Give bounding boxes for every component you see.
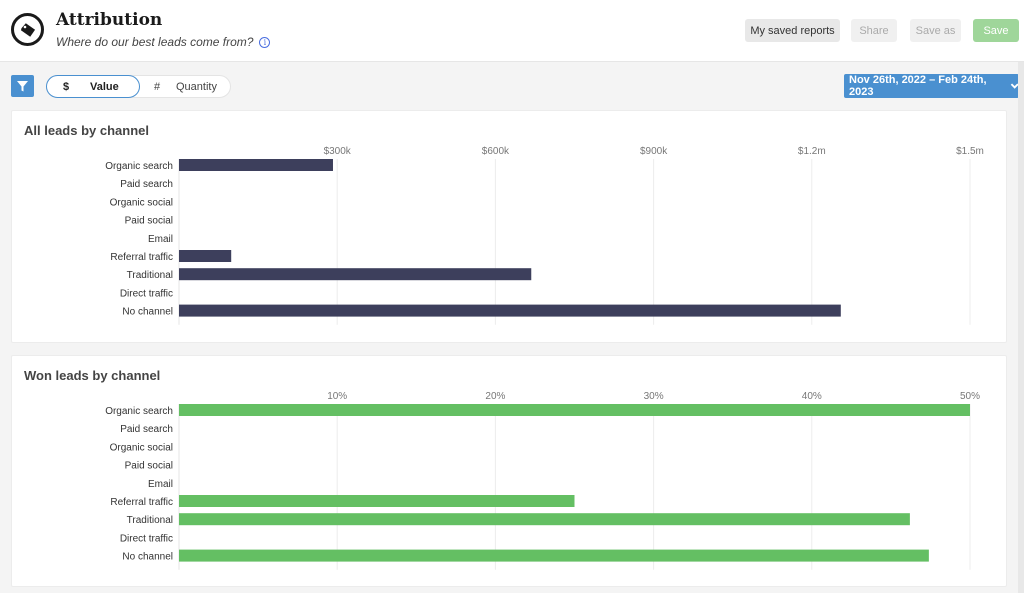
page-header: Attribution Where do our best leads come… (0, 0, 1024, 62)
category-label: Paid search (120, 424, 173, 435)
category-label: Direct traffic (120, 533, 173, 544)
bar-traditional[interactable] (179, 513, 910, 526)
tick-label: 50% (960, 391, 980, 402)
bar-referral-traffic[interactable] (179, 495, 575, 507)
category-label: No channel (122, 307, 173, 318)
tick-label: 10% (327, 391, 347, 402)
category-label: Paid social (125, 216, 173, 227)
share-button[interactable]: Share (851, 19, 897, 42)
category-label: Direct traffic (120, 288, 173, 299)
category-label: Referral traffic (110, 497, 173, 508)
tick-label: 40% (802, 391, 822, 402)
funnel-icon (17, 80, 28, 91)
bar-traditional[interactable] (179, 268, 532, 281)
date-range-picker[interactable]: Nov 26th, 2022 – Feb 24th, 2023 (844, 74, 1019, 98)
value-quantity-toggle: $ Value # Quantity (46, 75, 231, 98)
bar-organic-search[interactable] (179, 404, 970, 416)
toggle-quantity-option[interactable]: # Quantity (140, 76, 232, 97)
bar-organic-search[interactable] (179, 159, 333, 171)
page-scrollbar[interactable] (1018, 62, 1024, 593)
subtitle-text: Where do our best leads come from? (56, 35, 254, 49)
bar-referral-traffic[interactable] (179, 250, 232, 262)
save-button[interactable]: Save (973, 19, 1019, 42)
page-title: Attribution (56, 10, 163, 30)
tick-label: $900k (640, 146, 668, 157)
tick-label: $1.2m (798, 146, 826, 157)
my-saved-reports-button[interactable]: My saved reports (745, 19, 840, 42)
toggle-value-label: Value (90, 80, 119, 93)
category-label: Referral traffic (110, 252, 173, 263)
toggle-value-option[interactable]: $ Value (46, 75, 140, 98)
hash-icon: # (154, 80, 161, 93)
category-label: Organic social (110, 442, 173, 453)
toggle-quantity-label: Quantity (176, 80, 217, 93)
category-label: Organic social (110, 197, 173, 208)
tick-label: $600k (482, 146, 510, 157)
category-label: Email (148, 234, 173, 245)
all-leads-card: All leads by channel $300k $600k $900k $1.2… (11, 110, 1007, 343)
category-label: Traditional (127, 515, 173, 526)
category-label: Organic search (105, 161, 173, 172)
bar-no-channel[interactable] (179, 304, 841, 317)
category-label: No channel (122, 552, 173, 563)
bar-no-channel[interactable] (179, 549, 929, 562)
tick-label: $1.5m (956, 146, 984, 157)
dollar-icon: $ (63, 80, 70, 93)
price-tag-icon (11, 13, 44, 46)
won-leads-chart: 10% 20% 30% 40% 50% Organic search Paid search… (105, 391, 980, 570)
tick-label: $300k (324, 146, 352, 157)
category-label: Paid social (125, 461, 173, 472)
info-icon[interactable]: i (259, 36, 271, 48)
all-leads-chart: $300k $600k $900k $1.2m $1.5m Organic search P… (105, 146, 984, 325)
date-range-label: Nov 26th, 2022 – Feb 24th, 2023 (849, 74, 987, 98)
category-label: Paid search (120, 179, 173, 190)
category-label: Email (148, 479, 173, 490)
page-subtitle: Where do our best leads come from? i (56, 35, 271, 49)
won-leads-card: Won leads by channel 10% 20% 30% 40% 50% Orga… (11, 355, 1007, 587)
category-label: Organic search (105, 406, 173, 417)
tick-label: 20% (485, 391, 505, 402)
filter-button[interactable] (11, 75, 34, 97)
save-as-button[interactable]: Save as (910, 19, 961, 42)
category-label: Traditional (127, 270, 173, 281)
tick-label: 30% (644, 391, 664, 402)
